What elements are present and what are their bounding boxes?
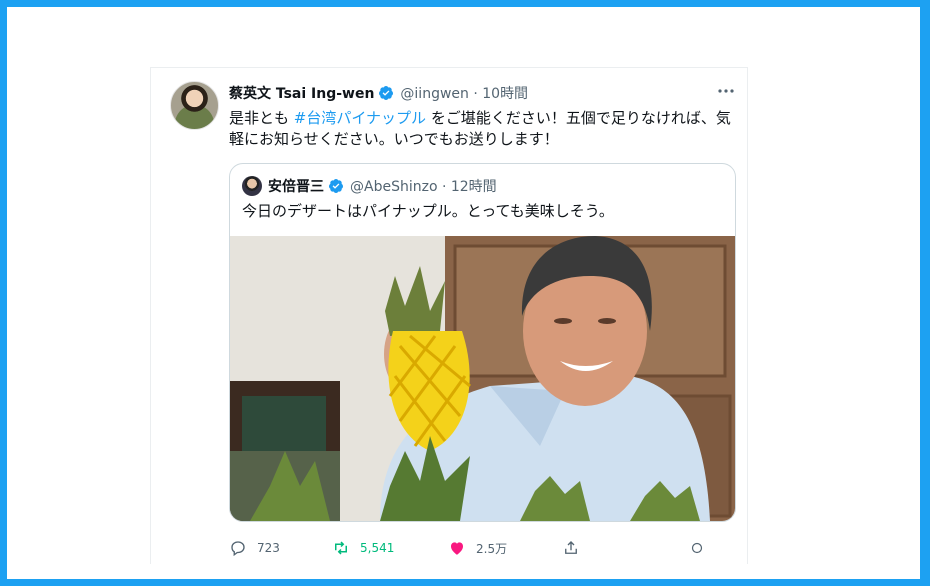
author-name[interactable]: 蔡英文 Tsai Ing-wen [229, 83, 374, 103]
quoted-text: 今日のデザートはパイナップル。とっても美味しそう。 [242, 202, 614, 220]
tweet-header: 蔡英文 Tsai Ing-wen @iingwen · 10時間 [229, 82, 528, 104]
reply-icon[interactable] [229, 539, 247, 557]
verified-icon [379, 86, 394, 100]
author-meta[interactable]: @iingwen · 10時間 [400, 83, 528, 103]
quoted-photo[interactable] [230, 236, 735, 521]
circle-icon[interactable] [688, 539, 706, 557]
retweet-icon[interactable] [332, 539, 350, 557]
retweet-count: 5,541 [360, 541, 395, 555]
reply-count: 723 [257, 541, 280, 555]
verified-icon [328, 179, 343, 193]
quoted-author-meta[interactable]: @AbeShinzo · 12時間 [350, 176, 497, 196]
author-avatar[interactable] [170, 81, 219, 130]
analytics-action[interactable] [688, 538, 716, 558]
tweet-text: 是非とも #台湾パイナップル をご堪能ください！五個で足りなければ、気軽にお知ら… [229, 108, 734, 150]
window-frame: 蔡英文 Tsai Ing-wen @iingwen · 10時間 是非とも #台… [7, 7, 920, 579]
quoted-author-name[interactable]: 安倍晋三 [268, 176, 324, 196]
reply-action[interactable]: 723 [229, 538, 280, 558]
tweet-text-start: 是非とも [229, 109, 294, 127]
tweet-card[interactable]: 蔡英文 Tsai Ing-wen @iingwen · 10時間 是非とも #台… [150, 67, 748, 564]
hashtag-link[interactable]: #台湾パイナップル [294, 109, 426, 127]
quoted-header: 安倍晋三 @AbeShinzo · 12時間 [242, 175, 497, 197]
retweet-action[interactable]: 5,541 [332, 538, 394, 558]
share-icon[interactable] [562, 539, 580, 557]
share-action[interactable] [562, 538, 590, 558]
quoted-tweet[interactable]: 安倍晋三 @AbeShinzo · 12時間 今日のデザートはパイナップル。とっ… [229, 163, 736, 522]
quoted-avatar[interactable] [242, 176, 262, 196]
more-icon[interactable] [717, 84, 735, 98]
action-bar: 723 5,541 2.5万 [229, 538, 734, 558]
like-icon[interactable] [448, 539, 466, 557]
like-action[interactable]: 2.5万 [448, 538, 507, 558]
like-count: 2.5万 [476, 541, 508, 556]
